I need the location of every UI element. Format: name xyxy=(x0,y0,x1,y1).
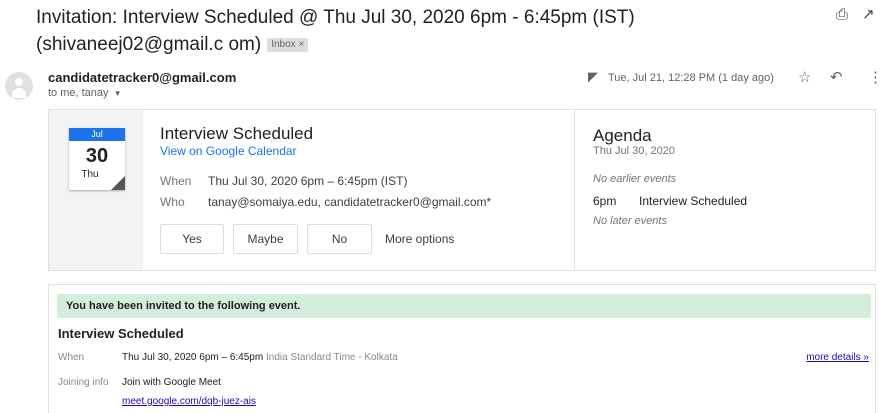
more-options-button[interactable]: More options xyxy=(385,224,454,254)
joining-info-label: Joining info xyxy=(58,377,109,388)
who-label: Who xyxy=(160,195,185,209)
inbox-label-chip[interactable]: Inbox × xyxy=(267,38,309,52)
more-details-link[interactable]: more details » xyxy=(806,352,869,363)
agenda-no-later: No later events xyxy=(593,215,667,227)
agenda-title: Agenda xyxy=(593,126,652,145)
invite-details-box: You have been invited to the following e… xyxy=(48,284,876,413)
calendar-invite-card: Jul 30 Thu Interview Scheduled View on G… xyxy=(48,109,876,271)
invite-when-label: When xyxy=(58,352,85,363)
email-subject: Invitation: Interview Scheduled @ Thu Ju… xyxy=(36,4,796,58)
agenda-divider xyxy=(574,110,575,270)
rsvp-maybe-button[interactable]: Maybe xyxy=(233,224,298,254)
default-avatar-icon xyxy=(5,72,33,100)
email-date: Tue, Jul 21, 12:28 PM (1 day ago) xyxy=(608,72,774,84)
more-vertical-icon[interactable]: ⋮ xyxy=(868,68,883,86)
rsvp-no-button[interactable]: No xyxy=(307,224,372,254)
invite-timezone: India Standard Time - Kolkata xyxy=(265,352,398,363)
open-in-new-window-icon[interactable]: ↗ xyxy=(862,5,875,23)
invite-title: Interview Scheduled xyxy=(58,326,184,341)
when-label: When xyxy=(160,174,192,188)
reply-icon[interactable]: ↶ xyxy=(830,68,843,86)
meet-link[interactable]: meet.google.com/dqb-juez-ais xyxy=(122,396,256,407)
invite-when-value: Thu Jul 30, 2020 6pm – 6:45pm xyxy=(122,352,264,363)
joining-info-value: Join with Google Meet xyxy=(122,377,221,388)
event-title: Interview Scheduled xyxy=(160,124,314,143)
calendar-date-icon: Jul 30 Thu xyxy=(69,128,125,190)
when-value: Thu Jul 30, 2020 6pm – 6:45pm (IST) xyxy=(208,174,408,188)
print-icon[interactable]: ⎙ xyxy=(836,6,848,23)
star-icon[interactable]: ☆ xyxy=(798,68,811,86)
chevron-down-icon[interactable]: ▼ xyxy=(114,89,122,98)
subject-text: Invitation: Interview Scheduled @ Thu Ju… xyxy=(36,7,635,55)
calendar-icon-panel: Jul 30 Thu xyxy=(49,110,143,270)
calendar-day: 30 xyxy=(85,145,109,167)
agenda-date: Thu Jul 30, 2020 xyxy=(593,145,675,157)
sender-email[interactable]: candidatetracker0@gmail.com xyxy=(48,70,236,85)
view-on-calendar-link[interactable]: View on Google Calendar xyxy=(160,144,297,158)
calendar-month: Jul xyxy=(69,128,125,141)
invite-banner: You have been invited to the following e… xyxy=(57,294,871,318)
invite-when: Thu Jul 30, 2020 6pm – 6:45pm India Stan… xyxy=(122,352,398,363)
rsvp-yes-button[interactable]: Yes xyxy=(160,224,224,254)
agenda-event-title[interactable]: Interview Scheduled xyxy=(639,194,747,208)
agenda-event-time: 6pm xyxy=(593,194,617,208)
recipients-line[interactable]: to me, tanay ▼ xyxy=(48,87,122,99)
who-value: tanay@somaiya.edu, candidatetracker0@gma… xyxy=(208,195,492,209)
recipients-text: to me, tanay xyxy=(48,87,109,99)
agenda-no-earlier: No earlier events xyxy=(593,173,677,185)
attachment-icon: ◤ xyxy=(588,69,598,84)
